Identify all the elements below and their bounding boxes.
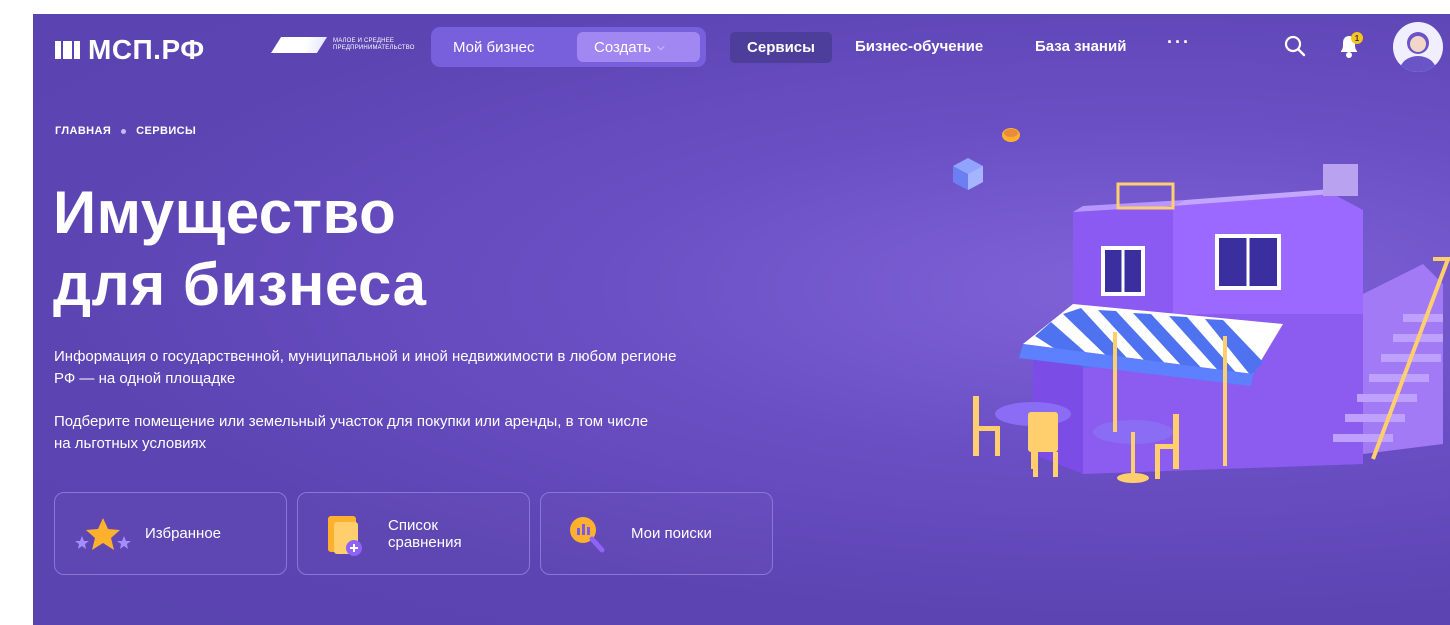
- my-searches-card[interactable]: Мои поиски: [540, 492, 773, 575]
- breadcrumb: ГЛАВНАЯ СЕРВИСЫ: [55, 125, 196, 137]
- coin-icon: [1002, 128, 1020, 142]
- hero-section: МСП.РФ МАЛОЕ И СРЕДНЕЕ ПРЕДПРИНИМАТЕЛЬСТ…: [33, 14, 1450, 625]
- create-dropdown-button[interactable]: Создать ⌵: [577, 32, 700, 62]
- more-menu-icon[interactable]: ···: [1167, 32, 1191, 53]
- business-nav-group: Мой бизнес Создать ⌵: [431, 27, 706, 67]
- logo-mark-icon: [55, 41, 80, 59]
- star-icon: [75, 517, 131, 550]
- my-searches-label: Мои поиски: [631, 525, 712, 542]
- favorites-card[interactable]: Избранное: [54, 492, 287, 575]
- compare-list-icon: [328, 515, 362, 556]
- site-logo[interactable]: МСП.РФ: [55, 34, 205, 66]
- flag-icon: [271, 37, 327, 53]
- nav-business-training[interactable]: Бизнес-обучение: [855, 38, 983, 55]
- quick-actions: Избранное Список сравнения Мои поиски: [54, 492, 773, 575]
- search-icon[interactable]: [1283, 34, 1307, 58]
- nav-knowledge-base[interactable]: База знаний: [1035, 38, 1126, 55]
- breadcrumb-services[interactable]: СЕРВИСЫ: [136, 125, 196, 137]
- chevron-down-icon: ⌵: [657, 41, 665, 53]
- hero-description-1: Информация о государственной, муниципаль…: [54, 348, 677, 387]
- compare-list-label: Список сравнения: [388, 516, 462, 551]
- search-chart-icon: [570, 516, 605, 552]
- nav-services[interactable]: Сервисы: [730, 32, 832, 63]
- breadcrumb-separator: [121, 128, 127, 134]
- create-label: Создать: [594, 38, 652, 56]
- compare-list-card[interactable]: Список сравнения: [297, 492, 530, 575]
- notification-count: 1: [1355, 34, 1360, 43]
- partner-logo[interactable]: МАЛОЕ И СРЕДНЕЕ ПРЕДПРИНИМАТЕЛЬСТВО: [271, 37, 423, 53]
- partner-text: МАЛОЕ И СРЕДНЕЕ ПРЕДПРИНИМАТЕЛЬСТВО: [333, 38, 415, 51]
- cube-icon: [953, 158, 983, 190]
- nav-my-business[interactable]: Мой бизнес: [453, 39, 535, 56]
- notifications-bell-icon[interactable]: 1: [1336, 30, 1364, 60]
- page-title: Имущество для бизнеса: [53, 179, 427, 318]
- hero-description-2: Подберите помещение или земельный участо…: [54, 413, 649, 452]
- building-illustration: [953, 128, 1450, 483]
- user-avatar-icon: [1400, 32, 1436, 72]
- breadcrumb-home[interactable]: ГЛАВНАЯ: [55, 125, 111, 137]
- user-avatar[interactable]: [1393, 22, 1443, 72]
- logo-text: МСП.РФ: [88, 34, 205, 65]
- favorites-label: Избранное: [145, 525, 222, 542]
